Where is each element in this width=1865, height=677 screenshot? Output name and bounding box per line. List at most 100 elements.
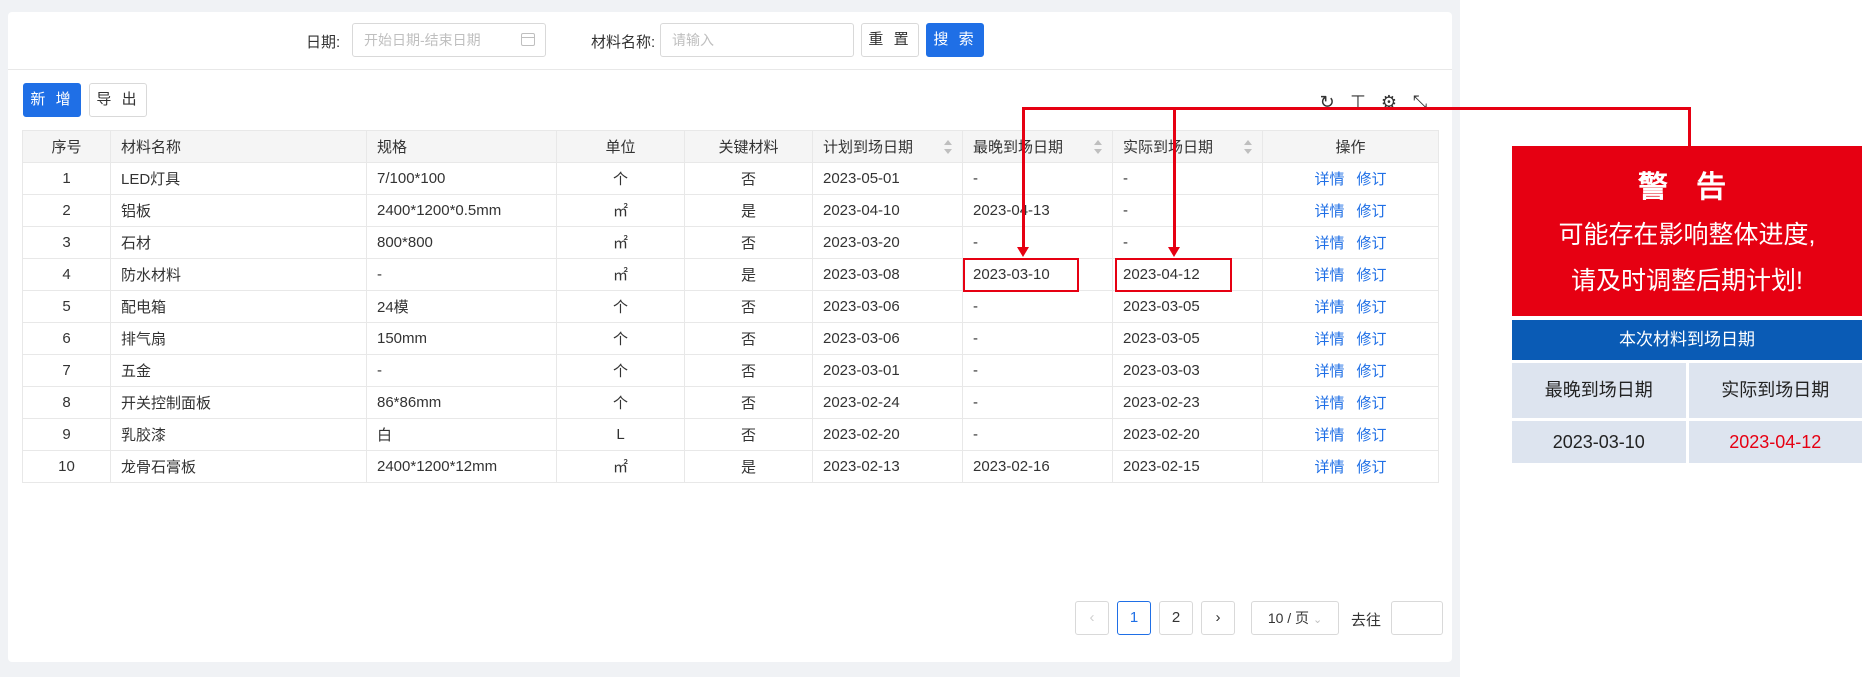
cell-no: 7: [22, 354, 111, 387]
cell-key-material: 否: [684, 226, 813, 259]
cell-name: 乳胶漆: [110, 418, 367, 451]
col-header-name: 材料名称: [110, 130, 367, 163]
material-name-placeholder: 请输入: [672, 32, 714, 48]
cell-key-material: 否: [684, 418, 813, 451]
col-header-latest-label: 最晚到场日期: [973, 139, 1064, 156]
cell-unit: ㎡: [556, 226, 685, 259]
detail-link[interactable]: 详情: [1314, 203, 1344, 220]
arrow-down-icon: [1168, 247, 1180, 257]
page-size-select[interactable]: 10 / 页 ⌄: [1251, 601, 1339, 635]
next-page-button[interactable]: ›: [1201, 601, 1235, 635]
warning-panel: 警 告 可能存在影响整体进度, 请及时调整后期计划!: [1512, 146, 1862, 316]
revise-link[interactable]: 修订: [1357, 363, 1387, 380]
cell-unit: L: [556, 418, 685, 451]
detail-link[interactable]: 详情: [1314, 235, 1344, 252]
detail-link[interactable]: 详情: [1314, 299, 1344, 316]
revise-link[interactable]: 修订: [1357, 267, 1387, 284]
col-header-planned-label: 计划到场日期: [823, 139, 914, 156]
cell-no: 6: [22, 322, 111, 355]
cell-actual-date: 2023-02-20: [1112, 418, 1263, 451]
col-header-actual-label: 实际到场日期: [1123, 139, 1214, 156]
goto-page-input[interactable]: [1391, 601, 1443, 635]
reset-button[interactable]: 重 置: [861, 23, 919, 57]
callout-line-to-warning: [1688, 107, 1691, 148]
cell-name: 排气扇: [110, 322, 367, 355]
cell-actual-date: -: [1112, 162, 1263, 195]
cell-actions: 详情 修订: [1262, 226, 1439, 259]
table-row: 8 开关控制面板 86*86mm 个否 2023-02-24-2023-02-23 详情修…: [22, 386, 1439, 419]
cell-actions: 详情 修订: [1262, 258, 1439, 291]
cell-planned-date: 2023-03-01: [812, 354, 963, 387]
cell-actions: 详情 修订: [1262, 418, 1439, 451]
export-button[interactable]: 导 出: [89, 83, 147, 117]
page-2-button[interactable]: 2: [1159, 601, 1193, 635]
sort-icon[interactable]: [1094, 140, 1102, 154]
detail-link[interactable]: 详情: [1314, 331, 1344, 348]
cell-actions: 详情 修订: [1262, 162, 1439, 195]
cell-key-material: 否: [684, 354, 813, 387]
cell-actions: 详情 修订: [1262, 322, 1439, 355]
cell-spec: 2400*1200*12mm: [366, 450, 557, 483]
cell-key-material: 否: [684, 322, 813, 355]
detail-link[interactable]: 详情: [1314, 459, 1344, 476]
cell-no: 2: [22, 194, 111, 227]
revise-link[interactable]: 修订: [1357, 171, 1387, 188]
cell-no: 10: [22, 450, 111, 483]
detail-link[interactable]: 详情: [1314, 395, 1344, 412]
page-1-button[interactable]: 1: [1117, 601, 1151, 635]
cell-unit: ㎡: [556, 450, 685, 483]
cell-actions: 详情 修订: [1262, 290, 1439, 323]
prev-page-button[interactable]: ‹: [1075, 601, 1109, 635]
cell-latest-date: 2023-04-13: [962, 194, 1113, 227]
col-header-actions: 操作: [1262, 130, 1439, 163]
chevron-down-icon: ⌄: [1312, 614, 1323, 626]
revise-link[interactable]: 修订: [1357, 459, 1387, 476]
detail-link[interactable]: 详情: [1314, 267, 1344, 284]
cell-name: 石材: [110, 226, 367, 259]
actual-date-highlight-box: [1115, 258, 1232, 292]
table-row: 7 五金 - 个否 2023-03-01-2023-03-03 详情 修订: [22, 354, 1439, 387]
revise-link[interactable]: 修订: [1357, 395, 1387, 412]
date-range-picker[interactable]: 开始日期-结束日期: [352, 23, 546, 57]
detail-link[interactable]: 详情: [1314, 427, 1344, 444]
sort-icon[interactable]: [944, 140, 952, 154]
cell-key-material: 否: [684, 162, 813, 195]
cell-name: 防水材料: [110, 258, 367, 291]
col-header-actual[interactable]: 实际到场日期: [1112, 130, 1263, 163]
add-button[interactable]: 新 增: [23, 83, 81, 117]
revise-link[interactable]: 修订: [1357, 203, 1387, 220]
revise-link[interactable]: 修订: [1357, 331, 1387, 348]
cell-key-material: 否: [684, 290, 813, 323]
material-name-label: 材料名称:: [591, 34, 656, 51]
warning-line-1: 可能存在影响整体进度,: [1558, 221, 1816, 249]
cell-no: 8: [22, 386, 111, 419]
pagination: ‹ 1 2 › 10 / 页 ⌄ 去往: [8, 601, 1452, 635]
cell-unit: 个: [556, 162, 685, 195]
material-name-input[interactable]: 请输入: [660, 23, 854, 57]
cell-unit: ㎡: [556, 258, 685, 291]
col-header-latest[interactable]: 最晚到场日期: [962, 130, 1113, 163]
col-header-planned[interactable]: 计划到场日期: [812, 130, 963, 163]
cell-latest-date: -: [962, 322, 1113, 355]
revise-link[interactable]: 修订: [1357, 299, 1387, 316]
cell-key-material: 是: [684, 450, 813, 483]
cell-unit: 个: [556, 386, 685, 419]
cell-planned-date: 2023-02-24: [812, 386, 963, 419]
cell-actual-date: 2023-02-23: [1112, 386, 1263, 419]
warning-line-2: 请及时调整后期计划!: [1571, 267, 1803, 295]
table-toolbar-icons: ↻ ⊤ ⚙ ⤡: [1317, 92, 1430, 116]
callout-line-latest: [1022, 107, 1025, 249]
cell-planned-date: 2023-03-06: [812, 290, 963, 323]
calendar-icon: [521, 33, 535, 46]
search-button[interactable]: 搜 索: [926, 23, 984, 57]
cell-no: 5: [22, 290, 111, 323]
cell-key-material: 是: [684, 194, 813, 227]
detail-link[interactable]: 详情: [1314, 363, 1344, 380]
arrival-info-label-row: 最晚到场日期 实际到场日期: [1512, 363, 1862, 418]
table-row: 9 乳胶漆白 L 否 2023-02-20-2023-02-20 详情 修订: [22, 418, 1439, 451]
revise-link[interactable]: 修订: [1357, 427, 1387, 444]
detail-link[interactable]: 详情: [1314, 171, 1344, 188]
table-row: 1 LED灯具 7/100*100 个否 2023-05-01- - 详情 修订: [22, 162, 1439, 195]
sort-icon[interactable]: [1244, 140, 1252, 154]
revise-link[interactable]: 修订: [1357, 235, 1387, 252]
